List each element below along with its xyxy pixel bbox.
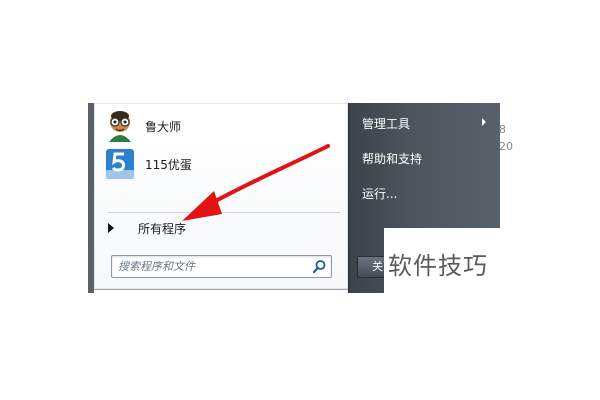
screenshot-scene: 鲁大师 115优蛋 所有程序 管理工具 帮助和支持 <box>0 0 600 400</box>
annotation-arrow <box>182 144 330 221</box>
